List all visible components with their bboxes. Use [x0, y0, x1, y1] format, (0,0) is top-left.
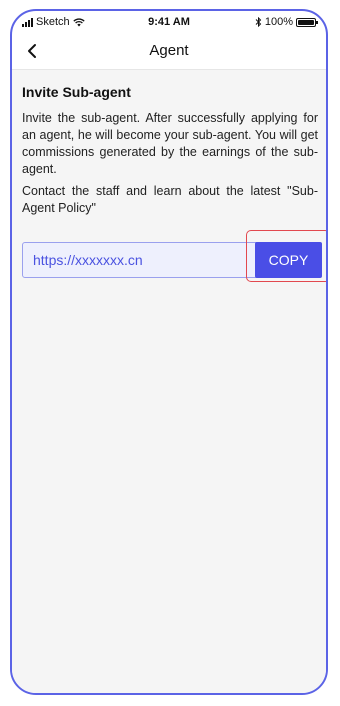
navigation-bar: Agent	[12, 33, 326, 70]
status-right: 100%	[255, 16, 318, 28]
section-title: Invite Sub-agent	[22, 84, 131, 100]
contact-note: Contact the staff and learn about the la…	[22, 184, 318, 215]
bluetooth-icon	[255, 17, 262, 27]
battery-percent: 100%	[264, 16, 293, 28]
invite-link-text[interactable]: https://xxxxxxx.cn	[33, 252, 143, 268]
phone-frame: Sketch 9:41 AM 100% Agent Invite Sub-age…	[10, 9, 328, 695]
status-bar: Sketch 9:41 AM 100%	[12, 11, 326, 33]
battery-icon	[296, 17, 318, 27]
main-content: Invite Sub-agent Invite the sub-agent. A…	[12, 70, 326, 693]
page-title: Agent	[149, 42, 189, 59]
copy-button[interactable]: COPY	[255, 242, 322, 278]
invite-description: Invite the sub-agent. After successfully…	[22, 111, 318, 176]
